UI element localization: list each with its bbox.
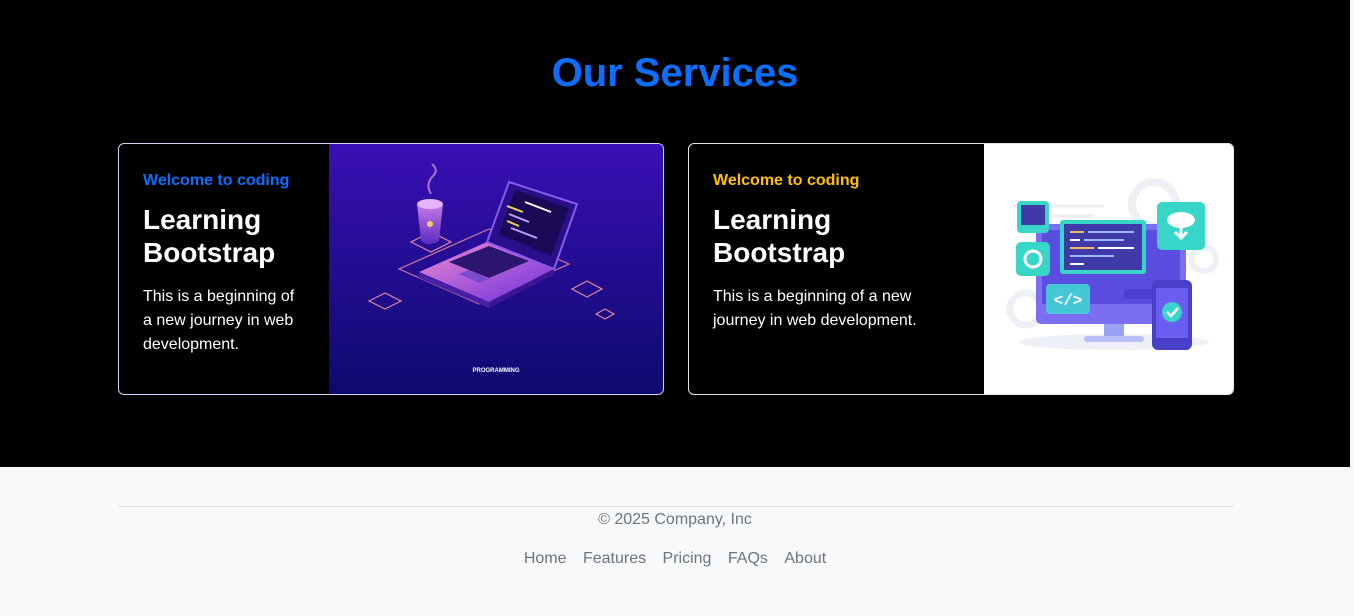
copyright-text: © 2025 Company, Inc [598,511,752,528]
card-body: Welcome to coding Learning Bootstrap Thi… [689,144,984,394]
svg-text:</>: </> [1054,292,1083,310]
service-card-1: Welcome to coding Learning Bootstrap Thi… [118,143,664,395]
service-card-2: Welcome to coding Learning Bootstrap Thi… [688,143,1234,395]
card-title: Learning Bootstrap [143,204,276,268]
card-body: Welcome to coding Learning Bootstrap Thi… [119,144,329,394]
services-section: Our Services Welcome to coding Learning … [0,0,1350,467]
web-development-devices-illustration: </> [984,144,1233,394]
card-text: This is a beginning of a new journey in … [713,288,917,329]
section-title: Our Services [551,51,799,95]
laptop-programming-illustration: PROGRAMMING [329,144,663,394]
card-kicker: Welcome to coding [713,172,860,189]
footer-link-about[interactable]: About [784,550,826,567]
footer-link-home[interactable]: Home [524,550,567,567]
card-title: Learning Bootstrap [713,204,846,268]
footer-link-pricing[interactable]: Pricing [663,550,712,567]
footer-nav: Home Features Pricing FAQs About [0,549,1350,569]
scrollbar-gap [1350,0,1354,616]
image-caption: PROGRAMMING [473,368,520,374]
footer-link-faqs[interactable]: FAQs [728,550,768,567]
footer-divider [118,506,1234,507]
card-kicker: Welcome to coding [143,172,290,189]
footer-link-features[interactable]: Features [583,550,646,567]
card-text: This is a beginning of a new journey in … [143,288,295,353]
